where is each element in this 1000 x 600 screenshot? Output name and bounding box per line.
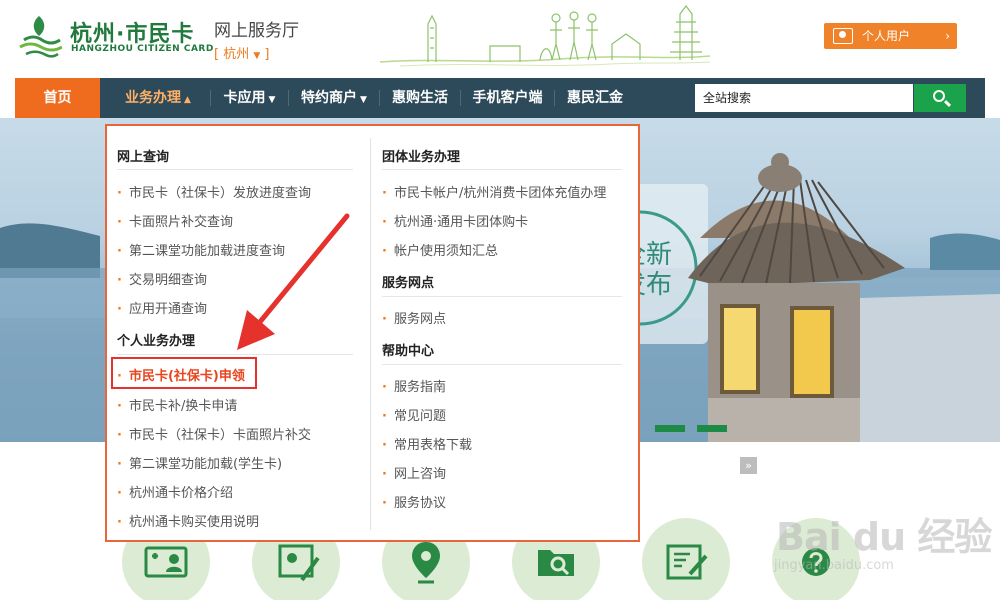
caret-down-icon: ▼ <box>268 95 276 105</box>
menu-item-transaction-details[interactable]: 交易明细查询 <box>117 269 207 288</box>
business-dropdown-menu: 网上查询 市民卡（社保卡）发放进度查询 卡面照片补交查询 第二课堂功能加载进度查… <box>105 124 640 542</box>
watermark-url: jingyan.baidu.com <box>774 558 894 573</box>
nav-merchants-label: 特约商户 <box>301 90 358 106</box>
dropdown-column-divider <box>370 138 371 530</box>
personal-user-label: 个人用户 <box>862 29 911 43</box>
nav-finance[interactable]: 惠民汇金 <box>555 78 635 118</box>
menu-item-card-purchase-guide[interactable]: 杭州通卡购买使用说明 <box>117 511 259 530</box>
logo-english-name: HANGZHOU CITIZEN CARD <box>71 44 214 54</box>
city-bracket-close: ] <box>260 47 270 62</box>
section-divider <box>382 364 622 365</box>
watermark-text: Bai du 经验 <box>776 515 992 559</box>
menu-item-card-price[interactable]: 杭州通卡价格介绍 <box>117 482 233 501</box>
menu-item-group-recharge[interactable]: 市民卡帐户/杭州消费卡团体充值办理 <box>382 182 606 201</box>
city-name: 杭州 <box>223 47 250 62</box>
menu-item-photo-resubmit[interactable]: 市民卡（社保卡）卡面照片补交 <box>117 424 311 443</box>
nav-business[interactable]: 业务办理 ▲ <box>106 78 210 118</box>
section-divider <box>382 169 622 170</box>
nav-home[interactable]: 首页 <box>15 78 100 118</box>
menu-item-app-activation[interactable]: 应用开通查询 <box>117 298 207 317</box>
section-divider <box>382 296 622 297</box>
personal-user-button[interactable]: 个人用户 › <box>824 23 957 49</box>
menu-item-account-notes[interactable]: 帐户使用须知汇总 <box>382 240 498 259</box>
section-title-online-query: 网上查询 <box>117 150 170 165</box>
menu-item-service-agreement[interactable]: 服务协议 <box>382 492 446 511</box>
nav-card-apps-label: 卡应用 <box>223 90 266 106</box>
menu-item-service-outlets[interactable]: 服务网点 <box>382 308 446 327</box>
menu-item-online-consult[interactable]: 网上咨询 <box>382 463 446 482</box>
menu-item-service-guide[interactable]: 服务指南 <box>382 376 446 395</box>
carousel-dot[interactable] <box>697 425 727 432</box>
double-chevron-right-icon[interactable]: » <box>740 457 757 474</box>
site-logo[interactable]: 杭州·市民卡 HANGZHOU CITIZEN CARD <box>16 12 213 58</box>
menu-item-second-class-load[interactable]: 第二课堂功能加载(学生卡) <box>117 453 282 472</box>
nav-merchants[interactable]: 特约商户 ▼ <box>289 78 379 118</box>
logo-mark-icon <box>19 16 62 58</box>
form-edit-icon <box>666 544 708 580</box>
highlight-box <box>111 357 257 389</box>
nav-mobile-client[interactable]: 手机客户端 <box>461 78 554 118</box>
baidu-jingyan-watermark: Bai du 经验 jingyan.baidu.com <box>770 500 992 590</box>
section-title-help-center: 帮助中心 <box>382 344 435 359</box>
nav-card-apps[interactable]: 卡应用 ▼ <box>211 78 288 118</box>
caret-up-icon: ▲ <box>184 95 191 105</box>
city-skyline-illustration <box>380 5 710 67</box>
menu-item-faq[interactable]: 常见问题 <box>382 405 446 424</box>
menu-item-form-download[interactable]: 常用表格下载 <box>382 434 472 453</box>
menu-item-photo-submit-query[interactable]: 卡面照片补交查询 <box>117 211 233 230</box>
service-forms[interactable] <box>642 518 730 600</box>
carousel-dot[interactable] <box>655 425 685 432</box>
nav-shopping[interactable]: 惠购生活 <box>380 78 460 118</box>
section-title-personal-business: 个人业务办理 <box>117 334 196 349</box>
menu-item-card-replace[interactable]: 市民卡补/换卡申请 <box>117 395 237 414</box>
section-divider <box>117 169 353 170</box>
portal-title: 网上服务厅 <box>214 21 299 41</box>
city-selector[interactable]: [ 杭州 ▼ ] <box>214 43 270 62</box>
user-card-icon <box>833 28 853 44</box>
nav-business-label: 业务办理 <box>125 90 182 106</box>
chevron-right-icon: › <box>945 29 950 43</box>
section-title-group-business: 团体业务办理 <box>382 150 461 165</box>
annotation-arrow-icon <box>237 213 350 350</box>
site-search-input[interactable] <box>695 84 913 112</box>
search-icon <box>933 90 945 102</box>
menu-item-group-card-purchase[interactable]: 杭州通·通用卡团体购卡 <box>382 211 528 230</box>
section-title-service-outlets: 服务网点 <box>382 276 435 291</box>
caret-down-icon: ▼ <box>360 95 367 105</box>
city-bracket-open: [ <box>214 47 224 62</box>
menu-item-card-issue-progress[interactable]: 市民卡（社保卡）发放进度查询 <box>117 182 311 201</box>
site-header: 杭州·市民卡 HANGZHOU CITIZEN CARD 网上服务厅 [ 杭州 … <box>0 0 1000 78</box>
search-button[interactable] <box>914 84 966 112</box>
